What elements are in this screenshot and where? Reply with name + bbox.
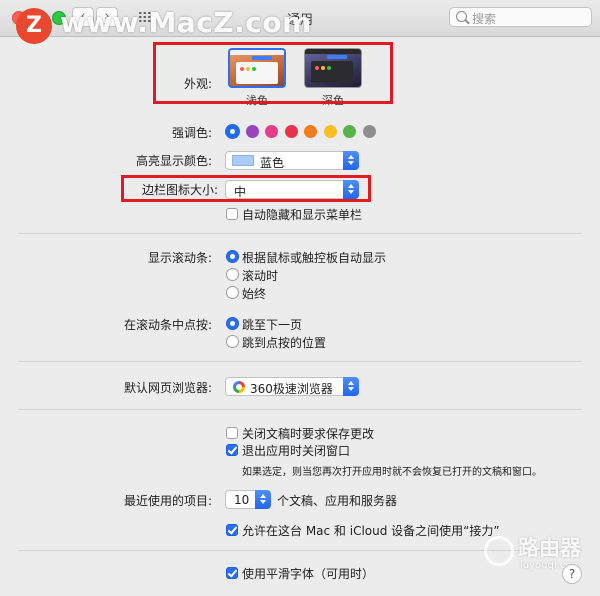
scrollbars-auto-radio[interactable] <box>226 250 239 263</box>
browser-app-icon <box>233 381 245 393</box>
highlight-box-appearance <box>153 42 393 104</box>
scroll-click-position-radio[interactable] <box>226 335 239 348</box>
highlight-color-popup[interactable]: 蓝色 <box>225 151 359 170</box>
accent-swatch-0[interactable] <box>226 125 239 138</box>
default-browser-value: 360极速浏览器 <box>250 382 333 396</box>
highlight-box-sidebar-size <box>121 175 371 202</box>
scroll-click-option-next-page: 跳至下一页 <box>242 318 303 332</box>
close-windows-checkbox[interactable] <box>226 444 238 456</box>
recent-items-label: 最近使用的项目: <box>123 494 212 508</box>
handoff-checkbox[interactable] <box>226 524 238 536</box>
auto-hide-menu-checkbox[interactable] <box>226 208 238 220</box>
handoff-label: 允许在这台 Mac 和 iCloud 设备之间使用“接力” <box>242 524 500 538</box>
accent-swatch-2[interactable] <box>265 125 278 138</box>
scrollbars-option-always: 始终 <box>242 287 267 301</box>
popup-stepper-icon <box>343 377 359 396</box>
divider <box>18 361 582 362</box>
auto-hide-menu-label: 自动隐藏和显示菜单栏 <box>242 208 363 222</box>
accent-swatch-5[interactable] <box>323 125 337 138</box>
scrollbars-scrolling-radio[interactable] <box>226 268 239 281</box>
accent-swatch-7[interactable] <box>362 125 376 138</box>
accent-swatch-3[interactable] <box>284 125 298 138</box>
scroll-click-option-position: 跳到点按的位置 <box>242 336 327 350</box>
recent-items-count-value: 10 <box>234 493 250 507</box>
font-smoothing-label: 使用平滑字体（可用时） <box>242 567 375 581</box>
close-windows-label: 退出应用时关闭窗口 <box>242 444 351 458</box>
scrollbars-option-scrolling: 滚动时 <box>242 269 279 283</box>
divider <box>18 233 582 234</box>
close-windows-note: 如果选定，则当您再次打开应用时就不会恢复已打开的文稿和窗口。 <box>242 467 542 478</box>
recent-items-suffix: 个文稿、应用和服务器 <box>277 494 398 508</box>
default-browser-popup[interactable]: 360极速浏览器 <box>225 377 359 396</box>
watermark-logo: Z <box>16 8 52 44</box>
accent-label: 强调色: <box>171 126 212 140</box>
highlight-color-value: 蓝色 <box>260 156 285 170</box>
popup-stepper-icon <box>343 151 359 170</box>
accent-swatch-1[interactable] <box>245 125 259 138</box>
help-button[interactable]: ? <box>562 564 582 584</box>
search-placeholder: 搜索 <box>472 12 497 26</box>
scrollbars-option-auto: 根据鼠标或触控板自动显示 <box>242 251 387 265</box>
watermark-text: www.MacZ.com <box>60 6 312 39</box>
ask-save-label: 关闭文稿时要求保存更改 <box>242 427 375 441</box>
highlight-color-label: 高亮显示颜色: <box>135 154 212 168</box>
scroll-click-label: 在滚动条中点按: <box>123 318 212 332</box>
color-chip-icon <box>232 155 254 166</box>
default-browser-label: 默认网页浏览器: <box>123 381 212 395</box>
scrollbars-label: 显示滚动条: <box>147 251 212 265</box>
divider <box>18 409 582 410</box>
search-icon <box>456 11 467 22</box>
router-logo-icon <box>484 536 514 566</box>
scrollbars-always-radio[interactable] <box>226 286 239 299</box>
accent-swatch-6[interactable] <box>343 125 356 138</box>
popup-stepper-icon <box>255 490 271 509</box>
font-smoothing-checkbox[interactable] <box>226 567 238 579</box>
recent-items-count-popup[interactable]: 10 <box>225 490 271 509</box>
scroll-click-next-page-radio[interactable] <box>226 317 239 330</box>
corner-watermark-title: 路由器 <box>518 536 581 560</box>
ask-save-checkbox[interactable] <box>226 427 238 439</box>
search-field[interactable]: 搜索 <box>449 7 592 27</box>
accent-swatch-4[interactable] <box>304 125 317 138</box>
